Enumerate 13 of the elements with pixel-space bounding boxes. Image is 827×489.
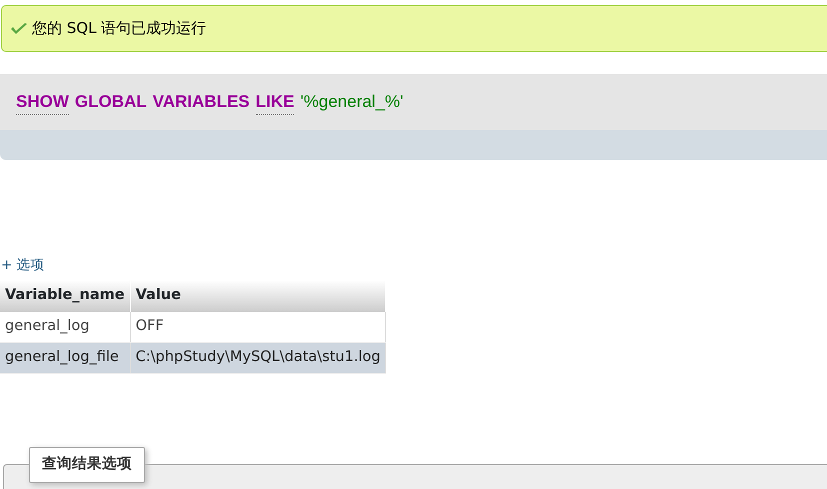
check-icon <box>10 22 28 36</box>
sql-keyword: GLOBAL <box>74 91 147 114</box>
column-header: Variable_name <box>0 280 130 312</box>
table-cell: general_log_file <box>0 342 130 374</box>
table-cell: C:\phpStudy\MySQL\data\stu1.log <box>130 342 386 374</box>
sql-keyword: VARIABLES <box>152 91 250 114</box>
message-text: 您的 SQL 语句已成功运行 <box>32 18 206 40</box>
sql-keyword-link[interactable]: SHOW <box>16 88 69 116</box>
options-link[interactable]: + 选项 <box>0 255 45 276</box>
column-header: Value <box>130 280 386 312</box>
sql-keyword-link[interactable]: LIKE <box>256 88 294 116</box>
sql-string: '%general_%' <box>300 91 404 114</box>
fieldset-legend: 查询结果选项 <box>29 447 145 483</box>
